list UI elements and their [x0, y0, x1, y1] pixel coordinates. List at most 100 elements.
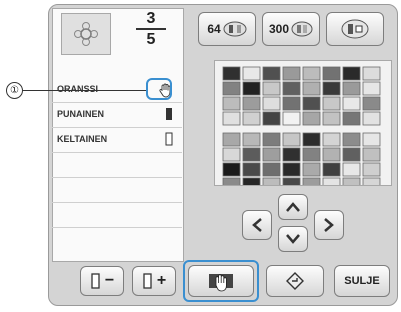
- chevron-down-icon: [286, 234, 300, 244]
- palette-300-button[interactable]: 300: [262, 12, 320, 46]
- color-swatch[interactable]: [242, 177, 261, 192]
- empty-spool-icon: [164, 132, 174, 151]
- color-swatch[interactable]: [342, 162, 361, 177]
- color-swatch[interactable]: [282, 81, 301, 96]
- color-swatch[interactable]: [262, 96, 281, 111]
- color-swatch[interactable]: [362, 96, 381, 111]
- palette-grid: [222, 66, 381, 192]
- color-swatch[interactable]: [362, 147, 381, 162]
- color-swatch[interactable]: [302, 96, 321, 111]
- color-swatch[interactable]: [222, 177, 241, 192]
- color-swatch[interactable]: [322, 177, 341, 192]
- chevron-left-icon: [252, 218, 262, 232]
- thread-name: ORANSSI: [57, 84, 99, 94]
- color-swatch[interactable]: [302, 132, 321, 147]
- color-swatch[interactable]: [262, 132, 281, 147]
- color-swatch[interactable]: [322, 162, 341, 177]
- color-swatch[interactable]: [342, 111, 361, 126]
- plus-label: +: [156, 272, 167, 289]
- color-swatch[interactable]: [282, 177, 301, 192]
- color-swatch[interactable]: [302, 177, 321, 192]
- grab-spool-button[interactable]: [188, 265, 254, 297]
- fraction-line: [136, 28, 166, 30]
- color-swatch[interactable]: [362, 81, 381, 96]
- color-swatch[interactable]: [302, 81, 321, 96]
- color-swatch[interactable]: [222, 111, 241, 126]
- color-swatch[interactable]: [282, 147, 301, 162]
- callout-leader: [22, 90, 146, 91]
- thread-name: PUNAINEN: [57, 109, 105, 119]
- color-swatch[interactable]: [262, 177, 281, 192]
- color-swatch[interactable]: [322, 132, 341, 147]
- color-swatch[interactable]: [222, 132, 241, 147]
- color-swatch[interactable]: [342, 177, 361, 192]
- arrow-right-button[interactable]: [314, 210, 344, 240]
- color-swatch[interactable]: [342, 96, 361, 111]
- thread-row-7: [52, 228, 182, 252]
- color-swatch[interactable]: [302, 66, 321, 81]
- color-swatch[interactable]: [362, 177, 381, 192]
- color-swatch[interactable]: [282, 132, 301, 147]
- color-swatch[interactable]: [222, 66, 241, 81]
- arrow-up-button[interactable]: [278, 194, 308, 220]
- color-swatch[interactable]: [242, 96, 261, 111]
- color-swatch[interactable]: [322, 96, 341, 111]
- color-swatch[interactable]: [282, 162, 301, 177]
- color-swatch[interactable]: [242, 162, 261, 177]
- thread-row-2[interactable]: PUNAINEN: [52, 103, 182, 128]
- color-swatch[interactable]: [262, 81, 281, 96]
- color-swatch[interactable]: [282, 111, 301, 126]
- color-swatch[interactable]: [222, 162, 241, 177]
- chevron-up-icon: [286, 202, 300, 212]
- color-swatch[interactable]: [322, 81, 341, 96]
- add-thread-button[interactable]: +: [132, 266, 176, 296]
- color-swatch[interactable]: [342, 66, 361, 81]
- close-label: SULJE: [344, 275, 380, 287]
- minus-label: −: [104, 272, 115, 289]
- color-swatch[interactable]: [262, 147, 281, 162]
- highlight-frame: [146, 78, 172, 100]
- color-counter: 3 5: [136, 10, 166, 48]
- palette-64-button[interactable]: 64: [198, 12, 256, 46]
- color-swatch[interactable]: [362, 162, 381, 177]
- color-swatch[interactable]: [242, 111, 261, 126]
- thread-row-3[interactable]: KELTAINEN: [52, 128, 182, 153]
- color-palette: [214, 60, 392, 192]
- color-swatch[interactable]: [362, 132, 381, 147]
- color-swatch[interactable]: [322, 66, 341, 81]
- color-swatch[interactable]: [342, 132, 361, 147]
- color-swatch[interactable]: [262, 66, 281, 81]
- arrow-left-button[interactable]: [242, 210, 272, 240]
- color-swatch[interactable]: [282, 96, 301, 111]
- color-swatch[interactable]: [302, 111, 321, 126]
- palette-300-label: 300: [268, 22, 290, 36]
- hand-spool-icon: [209, 274, 233, 292]
- color-swatch[interactable]: [262, 111, 281, 126]
- color-swatch[interactable]: [242, 81, 261, 96]
- custom-palette-button[interactable]: [326, 12, 384, 46]
- color-swatch[interactable]: [302, 162, 321, 177]
- color-swatch[interactable]: [302, 147, 321, 162]
- color-swatch[interactable]: [262, 162, 281, 177]
- color-swatch[interactable]: [342, 81, 361, 96]
- undo-button[interactable]: [266, 265, 324, 297]
- color-swatch[interactable]: [222, 81, 241, 96]
- color-swatch[interactable]: [342, 147, 361, 162]
- spool-cluster-icon: [291, 21, 313, 37]
- remove-thread-button[interactable]: −: [80, 266, 124, 296]
- color-swatch[interactable]: [362, 66, 381, 81]
- color-swatch[interactable]: [362, 111, 381, 126]
- color-swatch[interactable]: [222, 147, 241, 162]
- counter-total: 5: [146, 31, 156, 48]
- color-swatch[interactable]: [242, 66, 261, 81]
- arrow-down-button[interactable]: [278, 226, 308, 252]
- color-swatch[interactable]: [242, 132, 261, 147]
- color-swatch[interactable]: [282, 66, 301, 81]
- color-swatch[interactable]: [322, 147, 341, 162]
- color-swatch[interactable]: [322, 111, 341, 126]
- color-swatch[interactable]: [222, 96, 241, 111]
- color-swatch[interactable]: [242, 147, 261, 162]
- counter-current: 3: [146, 10, 156, 27]
- rotate-arrow-icon: [286, 272, 304, 290]
- close-button[interactable]: SULJE: [334, 265, 390, 297]
